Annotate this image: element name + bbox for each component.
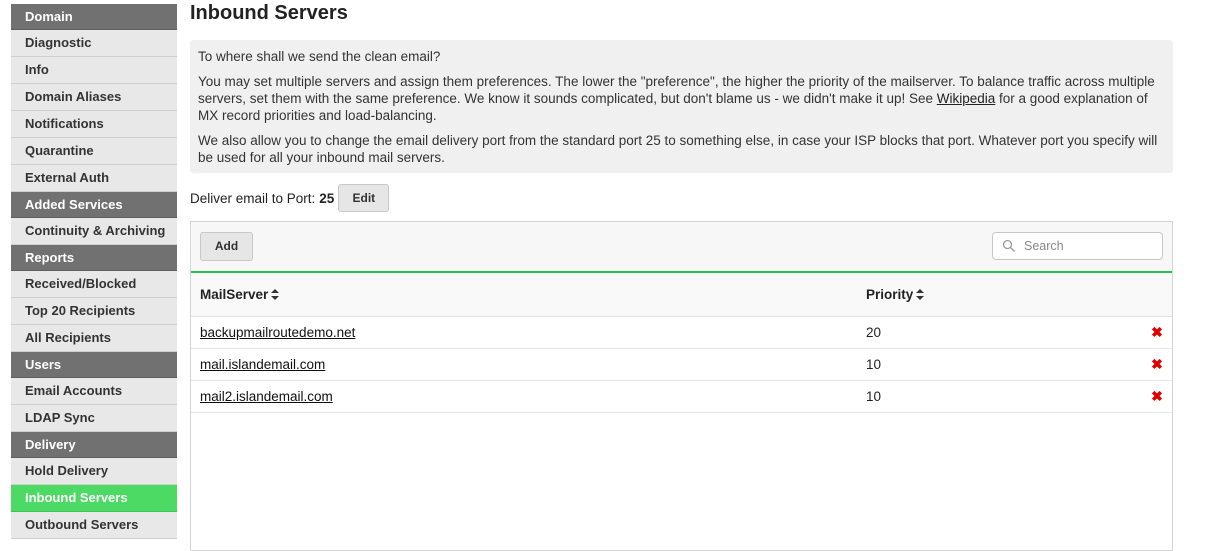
sidebar-item-top-20-recipients[interactable]: Top 20 Recipients (11, 298, 177, 325)
sidebar-item-all-recipients[interactable]: All Recipients (11, 325, 177, 352)
info-box: To where shall we send the clean email? … (190, 40, 1173, 173)
sidebar-item-diagnostic[interactable]: Diagnostic (11, 30, 177, 57)
search-box[interactable] (992, 232, 1163, 260)
servers-panel: Add MailServer Priority (190, 221, 1173, 551)
mailserver-link[interactable]: mail2.islandemail.com (200, 389, 333, 404)
add-server-button[interactable]: Add (200, 232, 253, 261)
sidebar-item-hold-delivery[interactable]: Hold Delivery (11, 458, 177, 485)
sidebar-item-continuity-archiving[interactable]: Continuity & Archiving (11, 218, 177, 245)
edit-port-button[interactable]: Edit (338, 184, 390, 212)
mailserver-cell: backupmailroutedemo.net (191, 316, 857, 349)
delete-cell: ✖ (1142, 316, 1172, 349)
sidebar-item-inbound-servers[interactable]: Inbound Servers (11, 485, 177, 512)
sidebar-item-notifications[interactable]: Notifications (11, 111, 177, 138)
sidebar-item-received-blocked[interactable]: Received/Blocked (11, 271, 177, 298)
priority-cell: 10 (857, 380, 1142, 413)
panel-border (1172, 221, 1173, 541)
priority-cell: 10 (857, 348, 1142, 381)
port-row: Deliver email to Port: 25 Edit (190, 184, 390, 212)
sidebar-section-domain: Domain (11, 4, 177, 30)
table-row: mail2.islandemail.com 10 ✖ (191, 380, 1172, 413)
table-toolbar: Add (191, 222, 1172, 273)
sidebar-item-ldap-sync[interactable]: LDAP Sync (11, 405, 177, 432)
mailserver-link[interactable]: backupmailroutedemo.net (200, 325, 355, 340)
wikipedia-link[interactable]: Wikipedia (937, 91, 996, 106)
sidebar-item-outbound-servers[interactable]: Outbound Servers (11, 512, 177, 539)
mailserver-link[interactable]: mail.islandemail.com (200, 357, 325, 372)
search-icon (1002, 239, 1015, 252)
sidebar-section-reports: Reports (11, 245, 177, 271)
port-label: Deliver email to Port: (190, 190, 316, 206)
delete-icon[interactable]: ✖ (1151, 356, 1163, 372)
sidebar-item-email-accounts[interactable]: Email Accounts (11, 378, 177, 405)
page-title: Inbound Servers (190, 2, 348, 24)
sidebar-item-info[interactable]: Info (11, 57, 177, 84)
priority-cell: 20 (857, 316, 1142, 349)
sidebar: Domain Diagnostic Info Domain Aliases Notifi… (11, 4, 177, 539)
sort-icon (916, 289, 925, 300)
sidebar-item-domain-aliases[interactable]: Domain Aliases (11, 84, 177, 111)
column-mailserver[interactable]: MailServer (191, 273, 857, 317)
delete-cell: ✖ (1142, 348, 1172, 381)
mailserver-cell: mail.islandemail.com (191, 348, 857, 381)
delete-icon[interactable]: ✖ (1151, 388, 1163, 404)
servers-table-body: backupmailroutedemo.net 20 ✖ mail.islandema… (191, 316, 1172, 413)
column-priority[interactable]: Priority (857, 273, 1142, 317)
sidebar-section-added-services: Added Services (11, 192, 177, 218)
sidebar-section-users: Users (11, 352, 177, 378)
port-value: 25 (319, 190, 335, 206)
servers-table: MailServer Priority backupmailroutedemo.… (191, 273, 1172, 413)
info-question: To where shall we send the clean email? (198, 49, 441, 64)
column-actions (1142, 273, 1172, 317)
table-row: backupmailroutedemo.net 20 ✖ (191, 316, 1172, 349)
sidebar-item-external-auth[interactable]: External Auth (11, 165, 177, 192)
sort-icon (271, 289, 280, 300)
delete-icon[interactable]: ✖ (1151, 324, 1163, 340)
table-row: mail.islandemail.com 10 ✖ (191, 348, 1172, 381)
info-preferences: You may set multiple servers and assign … (198, 74, 1155, 123)
info-port: We also allow you to change the email de… (198, 133, 1158, 165)
sidebar-item-quarantine[interactable]: Quarantine (11, 138, 177, 165)
sidebar-section-delivery: Delivery (11, 432, 177, 458)
delete-cell: ✖ (1142, 380, 1172, 413)
search-input[interactable] (1022, 238, 1156, 254)
mailserver-cell: mail2.islandemail.com (191, 380, 857, 413)
